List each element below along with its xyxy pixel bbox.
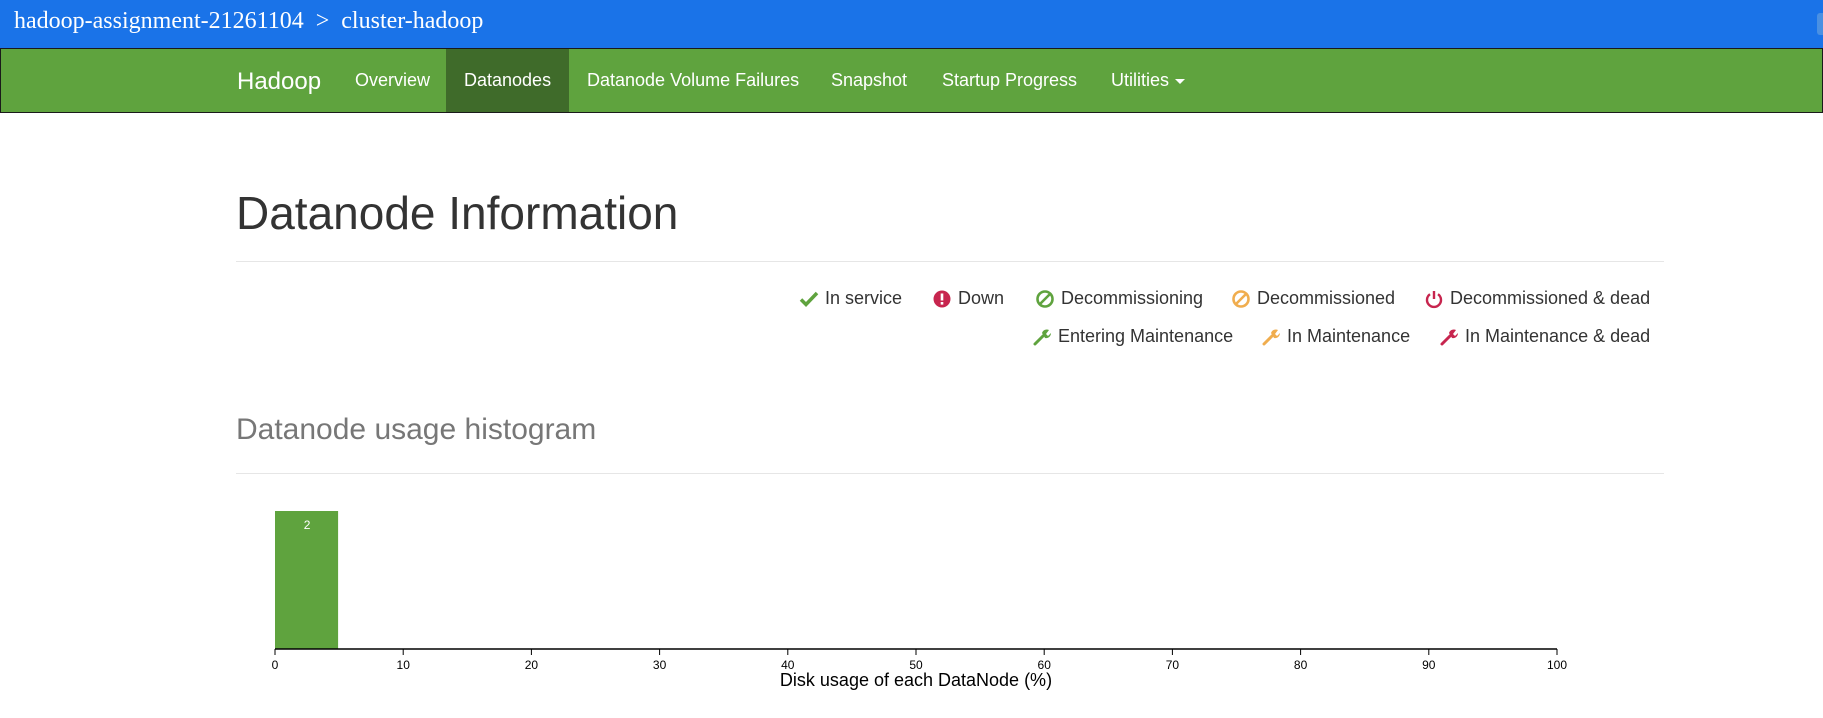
x-axis-tick-label: 30 [653,658,667,672]
x-axis-label: Disk usage of each DataNode (%) [780,670,1052,690]
usage-histogram-chart: 20 10 20 30 40 50 60 70 80 90 100Disk usage of eac… [272,511,1567,690]
x-axis-tick-label: 80 [1294,658,1308,672]
x-axis-tick-label: 10 [397,658,411,672]
histogram-bar-label: 2 [304,518,311,532]
x-axis-tick-label: 70 [1166,658,1180,672]
x-axis-tick-label: 0 [272,658,279,672]
x-axis-tick-label: 20 [525,658,539,672]
x-axis-tick-label: 100 [1547,658,1567,672]
x-axis-tick-label: 90 [1422,658,1436,672]
